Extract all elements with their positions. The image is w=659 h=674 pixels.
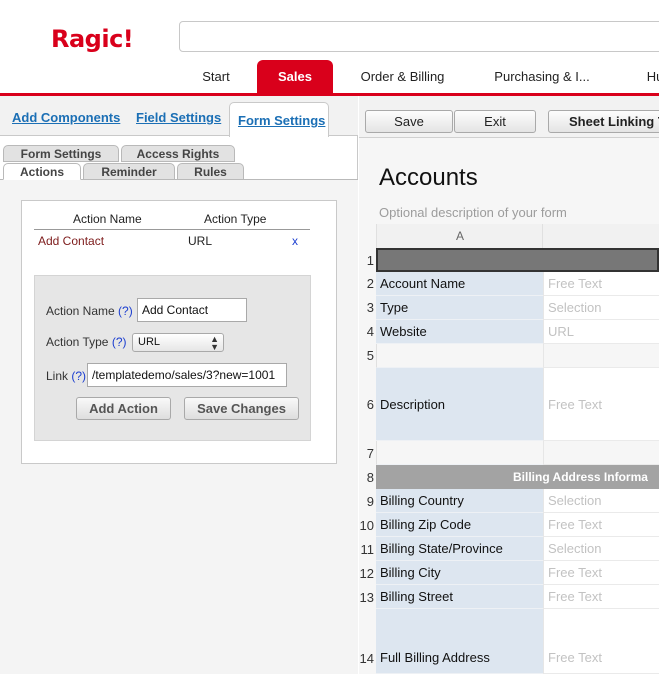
row-number: 14: [359, 651, 374, 666]
sheet-description[interactable]: Optional description of your form: [379, 205, 567, 220]
column-a-header[interactable]: A: [376, 224, 543, 248]
section-header-row[interactable]: Billing Address Informa: [376, 465, 659, 489]
row-number: 2: [366, 276, 374, 291]
subtab-reminder[interactable]: Reminder: [83, 163, 175, 180]
field-value-cell[interactable]: URL: [543, 320, 659, 344]
action-name-input[interactable]: Add Contact: [137, 298, 247, 322]
row-number: 4: [366, 324, 374, 339]
tab-form-settings[interactable]: Form Settings: [229, 102, 329, 137]
action-name-help-icon[interactable]: (?): [118, 304, 133, 318]
action-type-select[interactable]: URL ▲ ▼: [132, 333, 224, 352]
row-number: 10: [359, 518, 374, 533]
field-value-cell[interactable]: Selection: [543, 296, 659, 320]
subtab-access-rights[interactable]: Access Rights: [121, 145, 235, 162]
field-value-cell[interactable]: Free Text: [543, 585, 659, 609]
field-value-cell[interactable]: Free Text: [543, 513, 659, 537]
empty-cell[interactable]: [376, 344, 543, 368]
field-label-cell[interactable]: Full Billing Address: [376, 609, 543, 674]
header-bar-row[interactable]: [376, 248, 659, 272]
row-number: 13: [359, 590, 374, 605]
design-tab-bar: Add Components Field Settings Form Setti…: [0, 96, 358, 137]
field-label-cell[interactable]: Billing Zip Code: [376, 513, 543, 537]
save-button[interactable]: Save: [365, 110, 453, 133]
save-changes-button[interactable]: Save Changes: [184, 397, 299, 420]
field-value-cell[interactable]: Selection: [543, 537, 659, 561]
tab-order-billing[interactable]: Order & Billing: [349, 60, 456, 94]
tab-hu[interactable]: Hu: [640, 60, 659, 94]
sheet-toolbar: Save Exit Sheet Linking T: [359, 96, 659, 138]
action-type-label-text: Action Type: [46, 335, 109, 349]
empty-cell[interactable]: [543, 344, 659, 368]
field-value-cell[interactable]: Free Text: [543, 561, 659, 585]
field-value-cell[interactable]: Free Text: [543, 609, 659, 674]
link-help-icon[interactable]: (?): [71, 369, 86, 383]
row-number: 5: [366, 348, 374, 363]
subtab-form-settings[interactable]: Form Settings: [3, 145, 119, 162]
select-arrows-icon: ▲ ▼: [210, 334, 219, 352]
tab-sales[interactable]: Sales: [257, 60, 333, 94]
field-label-cell[interactable]: Type: [376, 296, 543, 320]
row-number: 3: [366, 300, 374, 315]
link-label: Link (?): [46, 369, 86, 383]
row-number: 8: [366, 470, 374, 485]
action-type-header: Action Type: [204, 212, 267, 226]
action-row-name[interactable]: Add Contact: [38, 234, 104, 248]
column-b-header[interactable]: [543, 224, 659, 248]
row-number: 1: [366, 253, 374, 268]
row-number: 6: [366, 397, 374, 412]
search-input[interactable]: [179, 21, 659, 52]
tab-field-settings[interactable]: Field Settings: [136, 110, 221, 125]
empty-cell[interactable]: [376, 441, 543, 465]
row-number: 11: [360, 542, 375, 557]
sheet-title[interactable]: Accounts: [379, 164, 478, 192]
field-label-cell[interactable]: Billing Street: [376, 585, 543, 609]
action-type-label: Action Type (?): [46, 335, 127, 349]
action-name-header: Action Name: [73, 212, 142, 226]
field-label-cell[interactable]: Billing Country: [376, 489, 543, 513]
add-action-button[interactable]: Add Action: [76, 397, 171, 420]
link-input[interactable]: /templatedemo/sales/3?new=1001: [87, 363, 287, 387]
ragic-logo[interactable]: Ragic!: [51, 25, 134, 53]
field-label-cell[interactable]: Billing City: [376, 561, 543, 585]
field-value-cell[interactable]: Selection: [543, 489, 659, 513]
link-label-text: Link: [46, 369, 69, 383]
table-divider: [34, 229, 310, 230]
subtab-rules[interactable]: Rules: [177, 163, 244, 180]
remove-action-icon[interactable]: x: [292, 234, 298, 248]
row-number: 9: [366, 494, 374, 509]
top-header: Ragic! Start Sales Order & Billing Purch…: [0, 0, 659, 96]
tab-form-settings-label: Form Settings: [238, 113, 326, 128]
field-value-cell[interactable]: Free Text: [543, 272, 659, 296]
tab-add-components[interactable]: Add Components: [12, 110, 120, 125]
main-nav: Start Sales Order & Billing Purchasing &…: [0, 60, 659, 94]
field-value-cell[interactable]: Free Text: [543, 368, 659, 441]
field-label-cell[interactable]: Account Name: [376, 272, 543, 296]
field-label-cell[interactable]: Billing State/Province: [376, 537, 543, 561]
field-label-cell[interactable]: Website: [376, 320, 543, 344]
action-type-select-value: URL: [138, 336, 161, 348]
action-type-help-icon[interactable]: (?): [112, 335, 127, 349]
tab-purchasing[interactable]: Purchasing & I...: [484, 60, 600, 94]
app-window: Ragic! Start Sales Order & Billing Purch…: [0, 0, 659, 674]
row-number: 12: [359, 566, 374, 581]
exit-button[interactable]: Exit: [454, 110, 536, 133]
empty-cell[interactable]: [543, 441, 659, 465]
action-row-type: URL: [188, 234, 213, 248]
action-name-label-text: Action Name: [46, 304, 115, 318]
column-a-label: A: [456, 229, 465, 243]
tab-start[interactable]: Start: [186, 60, 246, 94]
field-label-cell[interactable]: Description: [376, 368, 543, 441]
row-number: 7: [366, 446, 374, 461]
action-name-label: Action Name (?): [46, 304, 133, 318]
subtab-actions[interactable]: Actions: [3, 163, 81, 180]
sheet-linking-button[interactable]: Sheet Linking T: [548, 110, 659, 133]
